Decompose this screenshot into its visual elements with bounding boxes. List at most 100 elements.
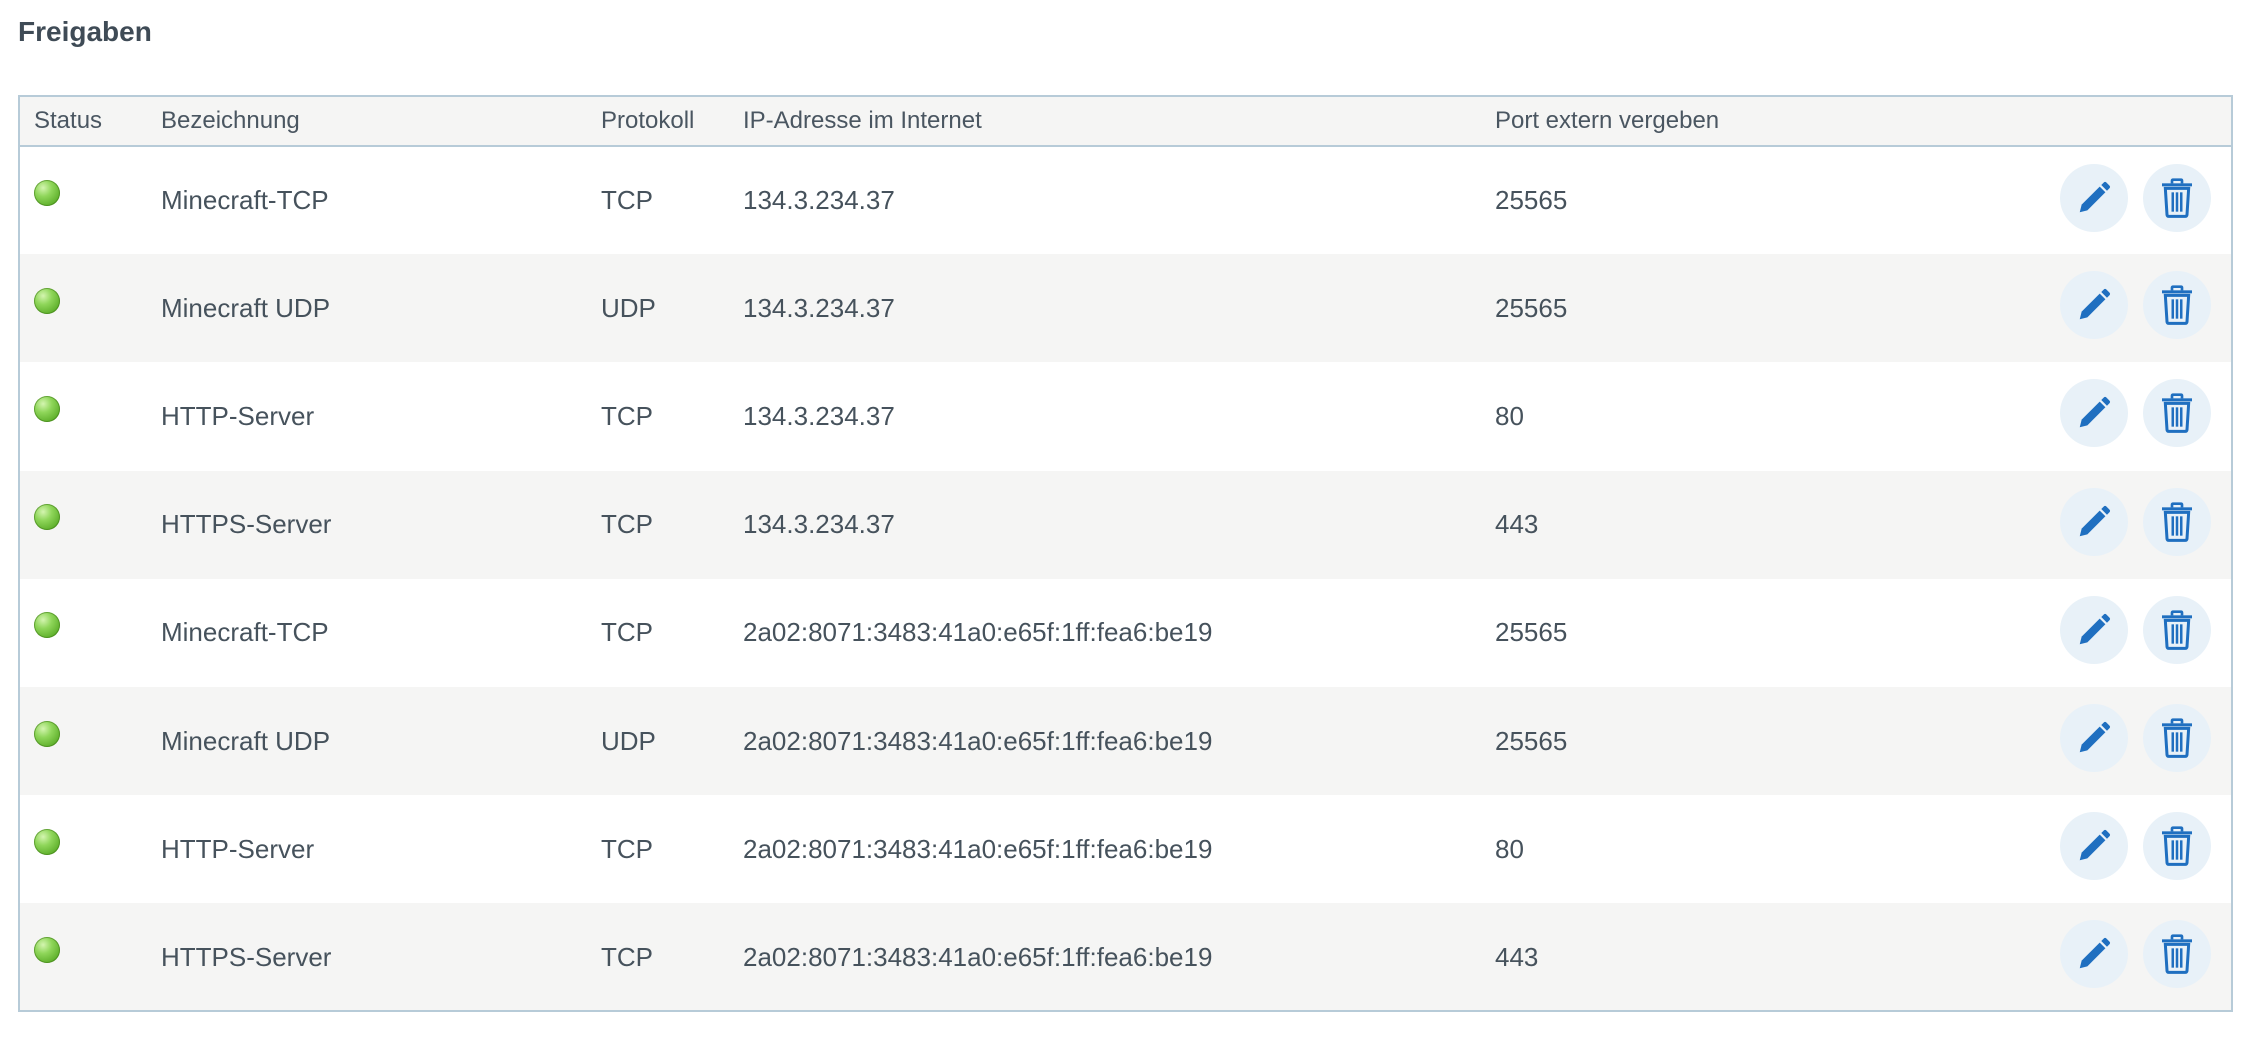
edit-button[interactable] bbox=[2060, 704, 2128, 773]
actions-cell bbox=[2045, 146, 2231, 254]
delete-button[interactable] bbox=[2143, 812, 2211, 881]
ip-address-cell: 134.3.234.37 bbox=[743, 509, 895, 540]
table-body: Minecraft-TCP TCP 134.3.234.37 25565 Min… bbox=[20, 146, 2231, 1010]
status-cell bbox=[20, 687, 161, 795]
header-row: Status Bezeichnung Protokoll IP-Adresse … bbox=[20, 97, 2231, 147]
row-actions bbox=[2060, 704, 2211, 773]
name-cell: Minecraft UDP bbox=[161, 725, 331, 756]
table-row: Minecraft UDP UDP 134.3.234.37 25565 bbox=[20, 254, 2231, 363]
port-cell: 443 bbox=[1495, 509, 1539, 540]
status-active-icon bbox=[34, 504, 60, 531]
column-header-port: Port extern vergeben bbox=[1495, 97, 2045, 147]
ip-address-cell: 134.3.234.37 bbox=[743, 400, 895, 431]
protocol-cell: TCP bbox=[601, 833, 653, 864]
actions-cell bbox=[2045, 903, 2231, 1010]
row-actions bbox=[2060, 595, 2211, 664]
port-cell: 80 bbox=[1495, 833, 1524, 864]
ip-address-cell: 134.3.234.37 bbox=[743, 292, 895, 323]
trash-icon bbox=[2162, 285, 2192, 326]
port-cell: 25565 bbox=[1495, 725, 1568, 756]
edit-button[interactable] bbox=[2060, 379, 2128, 448]
actions-cell bbox=[2045, 687, 2231, 795]
name-cell: Minecraft-TCP bbox=[161, 185, 329, 216]
delete-button[interactable] bbox=[2143, 595, 2211, 664]
row-actions bbox=[2060, 271, 2211, 340]
pencil-icon bbox=[2079, 938, 2111, 969]
status-active-icon bbox=[34, 287, 60, 314]
protocol-cell: UDP bbox=[601, 292, 656, 323]
actions-cell bbox=[2045, 579, 2231, 687]
status-cell bbox=[20, 903, 161, 1010]
pencil-icon bbox=[2079, 289, 2111, 320]
edit-button[interactable] bbox=[2060, 487, 2128, 556]
protocol-cell: TCP bbox=[601, 400, 653, 431]
trash-icon bbox=[2162, 826, 2192, 867]
status-active-icon bbox=[34, 828, 60, 855]
ip-address-cell: 2a02:8071:3483:41a0:e65f:1ff:fea6:be19 bbox=[743, 941, 1213, 972]
delete-button[interactable] bbox=[2143, 487, 2211, 556]
name-cell: HTTP-Server bbox=[161, 400, 315, 431]
pencil-icon bbox=[2079, 181, 2111, 212]
pencil-icon bbox=[2079, 721, 2111, 753]
name-cell: HTTPS-Server bbox=[161, 941, 332, 972]
column-header-status: Status bbox=[20, 97, 161, 147]
row-actions bbox=[2060, 812, 2211, 881]
port-cell: 80 bbox=[1495, 400, 1524, 431]
delete-button[interactable] bbox=[2143, 163, 2211, 232]
column-header-protocol: Protokoll bbox=[601, 97, 743, 147]
protocol-cell: TCP bbox=[601, 185, 653, 216]
edit-button[interactable] bbox=[2060, 920, 2128, 989]
status-active-icon bbox=[34, 612, 60, 639]
edit-button[interactable] bbox=[2060, 271, 2128, 340]
row-actions bbox=[2060, 163, 2211, 232]
pencil-icon bbox=[2079, 397, 2111, 428]
delete-button[interactable] bbox=[2143, 379, 2211, 448]
trash-icon bbox=[2162, 610, 2192, 650]
table-row: Minecraft-TCP TCP 2a02:8071:3483:41a0:e6… bbox=[20, 578, 2231, 687]
delete-button[interactable] bbox=[2143, 920, 2211, 989]
name-cell: HTTP-Server bbox=[161, 833, 315, 864]
port-cell: 25565 bbox=[1495, 617, 1568, 648]
ip-address-cell: 2a02:8071:3483:41a0:e65f:1ff:fea6:be19 bbox=[743, 725, 1213, 756]
name-cell: Minecraft UDP bbox=[161, 292, 331, 323]
actions-cell bbox=[2045, 795, 2231, 903]
status-active-icon bbox=[34, 180, 60, 207]
edit-button[interactable] bbox=[2060, 163, 2128, 232]
trash-icon bbox=[2162, 718, 2192, 758]
table-row: HTTP-Server TCP 134.3.234.37 80 bbox=[20, 362, 2231, 471]
name-cell: HTTPS-Server bbox=[161, 509, 332, 540]
edit-button[interactable] bbox=[2060, 595, 2128, 664]
pencil-icon bbox=[2079, 613, 2111, 645]
edit-button[interactable] bbox=[2060, 812, 2128, 881]
protocol-cell: TCP bbox=[601, 509, 653, 540]
ip-address-cell: 2a02:8071:3483:41a0:e65f:1ff:fea6:be19 bbox=[743, 617, 1213, 648]
status-cell bbox=[20, 795, 161, 903]
trash-icon bbox=[2162, 934, 2192, 975]
status-cell bbox=[20, 146, 161, 254]
status-active-icon bbox=[34, 396, 60, 423]
row-actions bbox=[2060, 487, 2211, 556]
ip-address-cell: 134.3.234.37 bbox=[743, 185, 895, 216]
actions-cell bbox=[2045, 362, 2231, 470]
status-active-icon bbox=[34, 937, 60, 964]
table-header: Status Bezeichnung Protokoll IP-Adresse … bbox=[20, 97, 2231, 147]
table-row: HTTP-Server TCP 2a02:8071:3483:41a0:e65f… bbox=[20, 795, 2231, 904]
column-header-name: Bezeichnung bbox=[161, 97, 601, 147]
status-active-icon bbox=[34, 720, 60, 747]
name-cell: Minecraft-TCP bbox=[161, 617, 329, 648]
status-cell bbox=[20, 362, 161, 470]
delete-button[interactable] bbox=[2143, 271, 2211, 340]
port-cell: 443 bbox=[1495, 941, 1539, 972]
trash-icon bbox=[2162, 501, 2192, 542]
trash-icon bbox=[2162, 177, 2192, 218]
delete-button[interactable] bbox=[2143, 704, 2211, 773]
actions-cell bbox=[2045, 471, 2231, 579]
trash-icon bbox=[2162, 393, 2192, 434]
protocol-cell: UDP bbox=[601, 725, 656, 756]
port-forwarding-table: Status Bezeichnung Protokoll IP-Adresse … bbox=[18, 95, 2233, 1012]
pencil-icon bbox=[2079, 830, 2111, 861]
row-actions bbox=[2060, 920, 2211, 989]
shares-table: Status Bezeichnung Protokoll IP-Adresse … bbox=[20, 97, 2231, 1010]
actions-cell bbox=[2045, 254, 2231, 362]
row-actions bbox=[2060, 379, 2211, 448]
